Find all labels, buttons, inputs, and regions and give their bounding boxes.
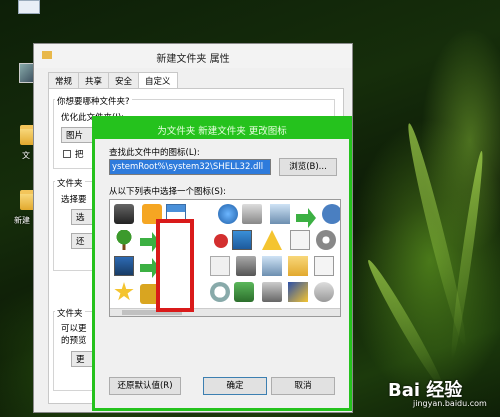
- network-icon[interactable]: [218, 204, 238, 224]
- find-icon-label: 查找此文件中的图标(L):: [109, 148, 200, 158]
- printer-icon[interactable]: [242, 204, 262, 224]
- ok-button[interactable]: 确定: [203, 377, 267, 395]
- recycle-bin-icon[interactable]: [270, 204, 290, 224]
- drive-icon[interactable]: [236, 256, 256, 276]
- folder-icon[interactable]: [288, 256, 308, 276]
- highlight-annotation: [156, 219, 194, 312]
- watermark-url: jingyan.baidu.com: [413, 399, 487, 408]
- desktop-icon-label: 文: [22, 151, 30, 160]
- properties-titlebar: 新建文件夹 属性: [34, 44, 352, 68]
- folder-icons-text: 的预览: [61, 336, 87, 346]
- choose-file-label: 选择要: [61, 195, 87, 205]
- documents-icon[interactable]: [210, 256, 230, 276]
- document-icon[interactable]: [314, 256, 334, 276]
- tab-security[interactable]: 安全: [108, 72, 140, 88]
- grass-blade-decoration: [447, 150, 487, 360]
- star-icon[interactable]: [114, 282, 134, 301]
- grass-blade-decoration: [363, 257, 449, 393]
- properties-tabs: 常规 共享 安全 自定义: [48, 72, 178, 89]
- search-icon[interactable]: [210, 282, 230, 302]
- folder-icons-text: 可以更: [61, 324, 87, 334]
- help-icon[interactable]: [322, 204, 340, 224]
- dialog-title: 为文件夹 新建文件夹 更改图标: [157, 126, 287, 137]
- change-icon-dialog: 为文件夹 新建文件夹 更改图标 查找此文件中的图标(L): ystemRoot%…: [92, 116, 352, 411]
- drive-icon[interactable]: [262, 282, 282, 302]
- browse-button[interactable]: 浏览(B)...: [279, 158, 337, 176]
- apply-subfolders-label: 把: [75, 150, 84, 160]
- warning-icon[interactable]: [262, 230, 282, 250]
- tab-sharing[interactable]: 共享: [78, 72, 110, 88]
- icon-file-path-input[interactable]: ystemRoot%\system32\SHELL32.dll: [109, 159, 271, 175]
- gear-icon[interactable]: [316, 230, 336, 250]
- properties-title: 新建文件夹 属性: [156, 54, 230, 65]
- dialog-titlebar: 为文件夹 新建文件夹 更改图标: [95, 119, 349, 139]
- apply-subfolders-checkbox[interactable]: [63, 150, 71, 158]
- document-icon[interactable]: [290, 230, 310, 250]
- horizontal-scrollbar[interactable]: [110, 308, 340, 316]
- tab-customize[interactable]: 自定义: [138, 72, 178, 89]
- drive-icon[interactable]: [114, 204, 134, 224]
- recycle-bin-icon[interactable]: [262, 256, 282, 276]
- icon-list-label: 从以下列表中选择一个图标(S):: [109, 187, 226, 197]
- media-icon[interactable]: [288, 282, 308, 302]
- folder-icons-label: 文件夹: [55, 307, 85, 319]
- document-icon[interactable]: [18, 0, 40, 14]
- folder-type-question: 你想要哪种文件夹?: [55, 95, 132, 107]
- computer-icon[interactable]: [114, 256, 134, 276]
- network-icon[interactable]: [234, 282, 254, 302]
- error-icon[interactable]: [214, 234, 228, 248]
- arrow-icon[interactable]: [296, 208, 316, 228]
- settings-icon[interactable]: [314, 282, 334, 302]
- icon-list[interactable]: [109, 199, 341, 317]
- restore-defaults-button[interactable]: 还原默认值(R): [109, 377, 181, 395]
- cancel-button[interactable]: 取消: [271, 377, 335, 395]
- desktop-icon-label: 新建: [14, 216, 30, 225]
- tree-icon[interactable]: [114, 230, 134, 250]
- monitor-icon[interactable]: [232, 230, 252, 250]
- tab-general[interactable]: 常规: [48, 72, 80, 88]
- folder-pictures-label: 文件夹: [55, 177, 85, 189]
